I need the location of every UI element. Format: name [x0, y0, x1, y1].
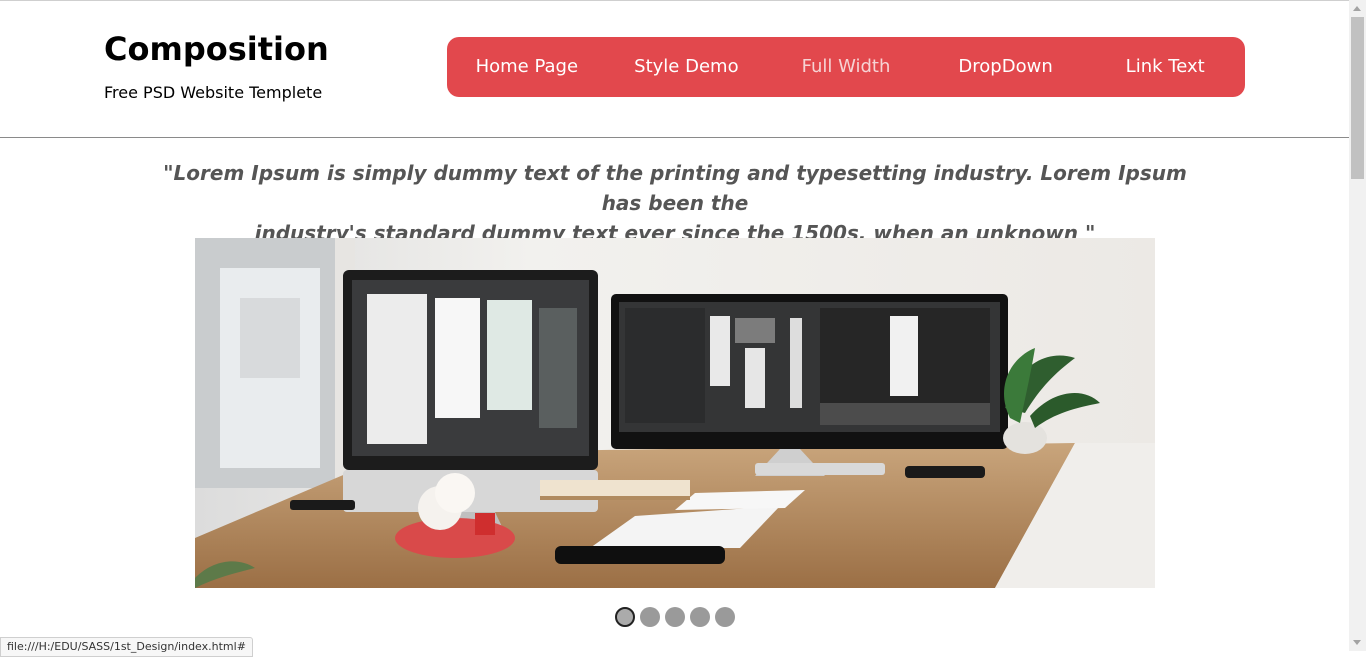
nav-item-dropdown[interactable]: DropDown [926, 37, 1086, 97]
scroll-down-arrow-icon[interactable] [1353, 640, 1361, 645]
slider-dot[interactable] [715, 607, 735, 627]
slider-dot[interactable] [615, 607, 635, 627]
nav-item-link-text[interactable]: Link Text [1085, 37, 1245, 97]
nav-item-full-width[interactable]: Full Width [766, 37, 926, 97]
vertical-scrollbar[interactable] [1349, 0, 1366, 651]
slider-dot[interactable] [665, 607, 685, 627]
nav-item-style-demo[interactable]: Style Demo [607, 37, 767, 97]
scroll-up-arrow-icon[interactable] [1353, 6, 1361, 11]
status-bar-url: file:///H:/EDU/SASS/1st_Design/index.htm… [0, 637, 253, 657]
main-navigation: Home Page Style Demo Full Width DropDown… [447, 37, 1245, 97]
site-title: Composition [104, 30, 329, 68]
site-subtitle: Free PSD Website Templete [104, 83, 323, 102]
slider-image [195, 238, 1155, 588]
slider-dots [615, 607, 735, 627]
scrollbar-thumb[interactable] [1351, 17, 1364, 179]
slider-dot[interactable] [640, 607, 660, 627]
quote-line-1: "Lorem Ipsum is simply dummy text of the… [163, 161, 1187, 215]
desk-workspace-photo [195, 238, 1155, 588]
intro-quote: "Lorem Ipsum is simply dummy text of the… [140, 158, 1210, 248]
site-header: Composition Free PSD Website Templete Ho… [0, 1, 1349, 138]
nav-item-home-page[interactable]: Home Page [447, 37, 607, 97]
slider-dot[interactable] [690, 607, 710, 627]
